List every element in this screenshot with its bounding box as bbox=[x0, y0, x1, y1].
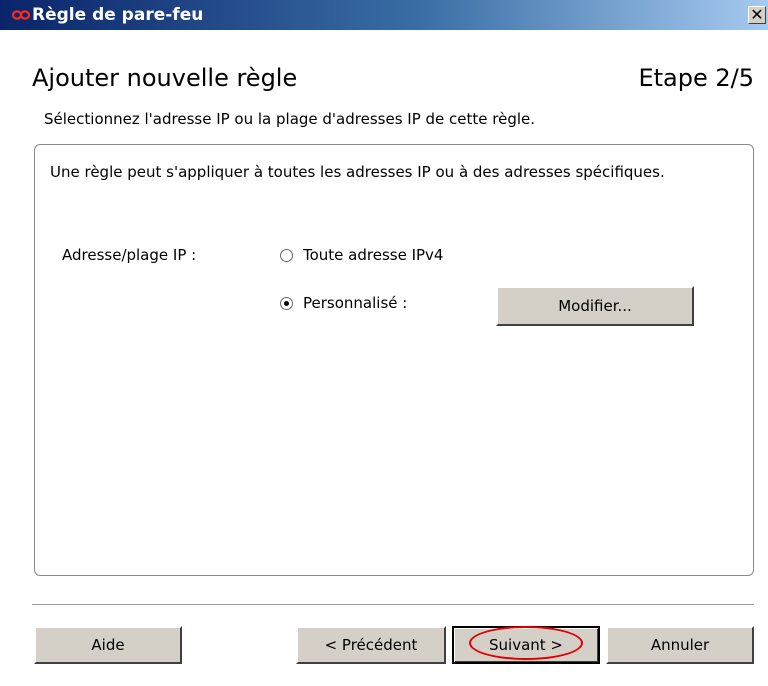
ip-range-label: Adresse/plage IP : bbox=[62, 246, 197, 264]
radio-button-unchecked[interactable] bbox=[280, 248, 293, 262]
infinity-logo-icon bbox=[12, 10, 30, 20]
step-indicator: Etape 2/5 bbox=[638, 64, 754, 92]
title-bar[interactable]: Règle de pare-feu ✕ bbox=[0, 0, 768, 30]
previous-button[interactable]: < Précédent bbox=[296, 626, 446, 664]
rule-description: Une règle peut s'appliquer à toutes les … bbox=[50, 163, 665, 181]
cancel-button[interactable]: Annuler bbox=[606, 626, 754, 664]
radio-custom[interactable]: Personnalisé : bbox=[280, 294, 407, 312]
window-title: Règle de pare-feu bbox=[32, 5, 204, 25]
firewall-rule-dialog: Règle de pare-feu ✕ Ajouter nouvelle règ… bbox=[0, 0, 768, 686]
page-subtitle: Sélectionnez l'adresse IP ou la plage d'… bbox=[44, 110, 536, 128]
radio-any-ipv4[interactable]: Toute adresse IPv4 bbox=[280, 246, 443, 264]
modify-button[interactable]: Modifier... bbox=[496, 286, 694, 326]
close-icon: ✕ bbox=[750, 5, 764, 24]
next-button[interactable]: Suivant > bbox=[452, 626, 600, 664]
radio-label-any-ipv4: Toute adresse IPv4 bbox=[303, 246, 444, 264]
footer-separator bbox=[32, 604, 754, 606]
content-panel bbox=[34, 144, 754, 576]
radio-label-custom: Personnalisé : bbox=[303, 294, 408, 312]
page-title: Ajouter nouvelle règle bbox=[32, 64, 298, 92]
close-button[interactable]: ✕ bbox=[748, 6, 766, 24]
radio-button-checked[interactable] bbox=[280, 296, 293, 310]
help-button[interactable]: Aide bbox=[34, 626, 182, 664]
